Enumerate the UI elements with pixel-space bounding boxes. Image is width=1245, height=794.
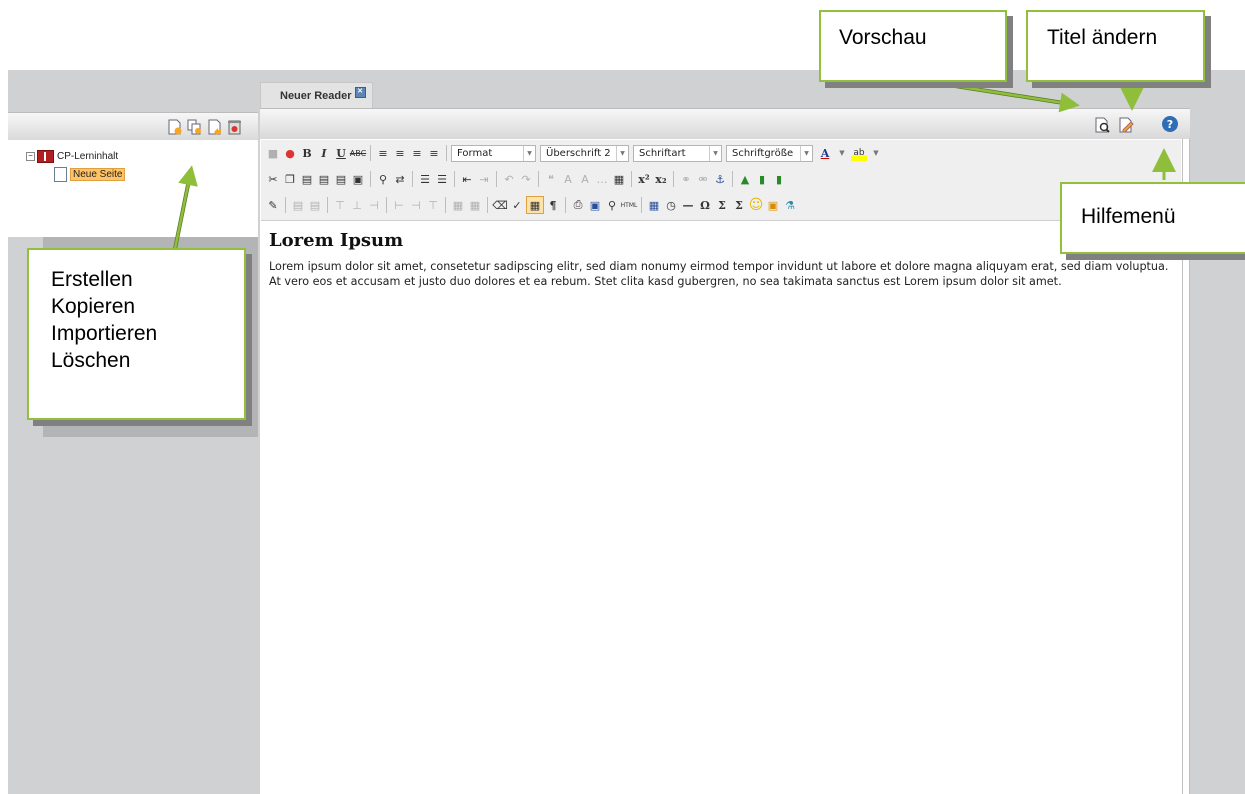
callout-line: Kopieren: [51, 295, 136, 318]
callout-create-copy-import-delete: Erstellen Kopieren Importieren Löschen: [27, 248, 246, 420]
callout-line: Erstellen: [51, 268, 133, 291]
callout-text: Vorschau: [839, 26, 927, 49]
callout-help: Hilfemenü: [1060, 182, 1245, 254]
callout-line: Importieren: [51, 322, 158, 345]
callout-preview: Vorschau: [819, 10, 1007, 82]
arrow-create: [173, 165, 198, 250]
callout-text: Titel ändern: [1047, 26, 1158, 49]
callout-text: Hilfemenü: [1081, 205, 1176, 228]
arrow-preview: [916, 78, 1080, 113]
callout-edit-title: Titel ändern: [1026, 10, 1205, 82]
callout-line: Löschen: [51, 349, 131, 372]
